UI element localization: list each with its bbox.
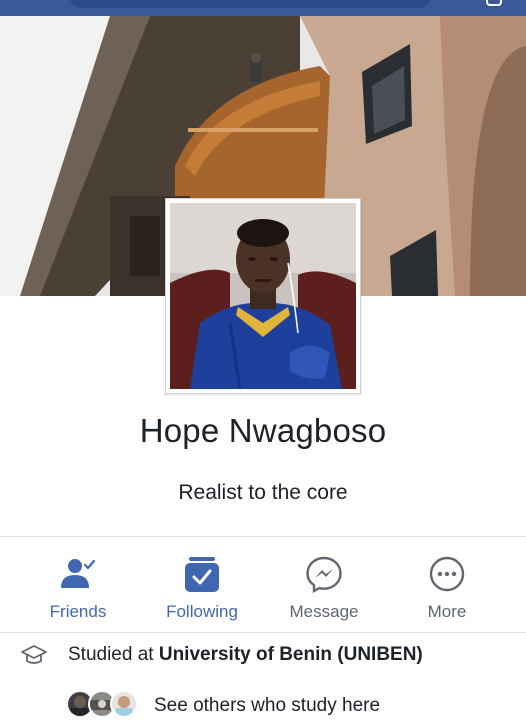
profile-page: Hope Nwagboso Realist to the core Friend…	[0, 0, 526, 720]
more-button[interactable]: More	[392, 554, 502, 626]
messages-icon[interactable]	[486, 0, 502, 6]
divider	[0, 632, 526, 633]
profile-picture[interactable]	[165, 198, 361, 394]
classmates-row[interactable]: See others who study here	[0, 688, 526, 720]
classmate-avatars	[66, 690, 146, 720]
message-label: Message	[289, 602, 359, 621]
more-label: More	[427, 602, 467, 621]
education-row[interactable]: Studied at University of Benin (UNIBEN)	[0, 640, 526, 674]
top-navigation-bar	[0, 0, 526, 16]
friends-button[interactable]: Friends	[23, 554, 133, 626]
profile-bio: Realist to the core	[178, 481, 348, 504]
friend-check-icon	[61, 559, 96, 588]
avatar	[110, 690, 138, 718]
school-name[interactable]: University of Benin (UNIBEN)	[159, 644, 423, 665]
following-button[interactable]: Following	[147, 554, 257, 626]
more-dots-icon	[429, 556, 465, 592]
education-prefix: Studied at	[68, 644, 159, 665]
divider	[0, 536, 526, 537]
search-bar[interactable]	[70, 0, 430, 8]
profile-picture-image	[170, 203, 356, 389]
following-label: Following	[166, 602, 238, 621]
messenger-icon	[306, 556, 342, 594]
profile-name: Hope Nwagboso	[139, 412, 387, 449]
friends-label: Friends	[49, 602, 107, 621]
profile-actions: Friends Following Message More	[0, 540, 526, 632]
graduation-cap-icon	[21, 645, 47, 664]
education-text: Studied at University of Benin (UNIBEN)	[68, 644, 423, 666]
see-classmates-link[interactable]: See others who study here	[154, 695, 380, 717]
following-check-icon	[185, 557, 219, 592]
message-button[interactable]: Message	[269, 554, 379, 626]
